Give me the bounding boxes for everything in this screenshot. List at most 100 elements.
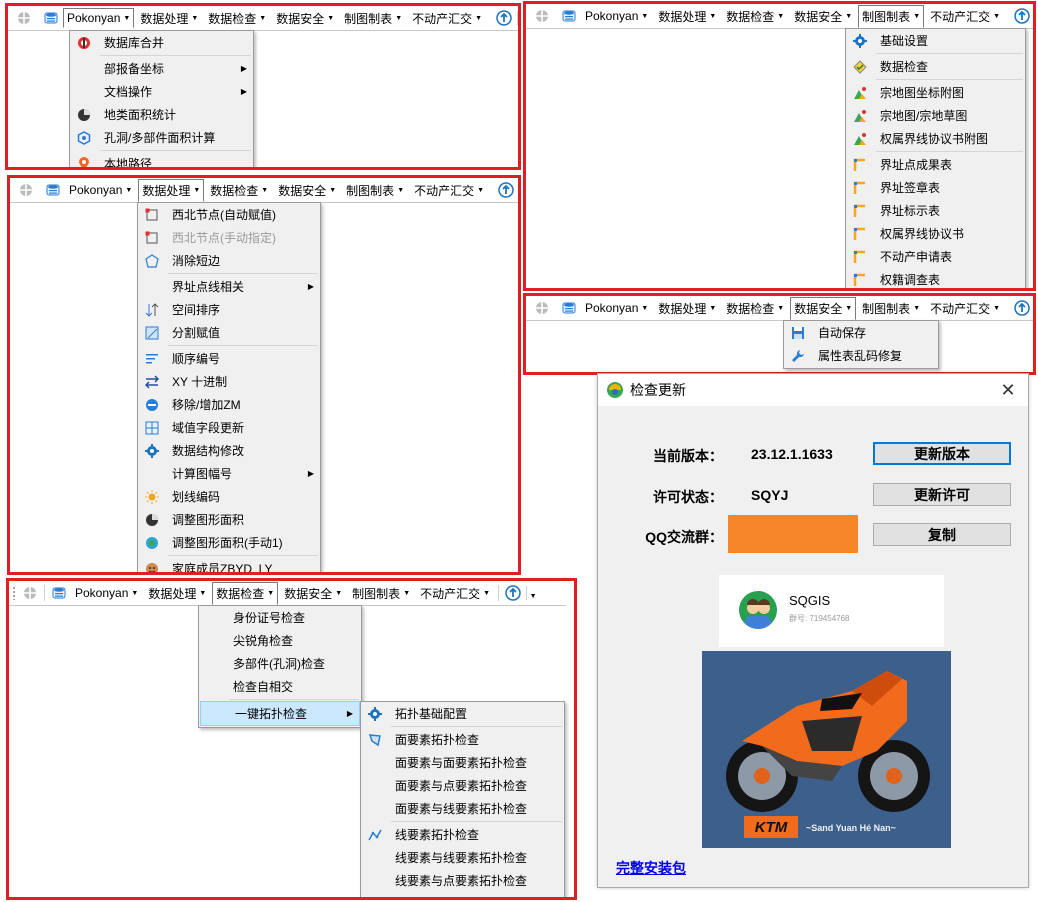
update-icon[interactable] (498, 182, 514, 198)
toolbar-menu-m2[interactable]: 数据安全 ▼ (272, 7, 338, 30)
menu-item[interactable]: 顺序编号 (138, 347, 320, 370)
update-icon[interactable] (496, 10, 512, 26)
menu-item[interactable]: 数据结构修改 (138, 439, 320, 462)
menu-item[interactable]: 面要素与面要素拓扑检查 (361, 751, 564, 774)
menu-item[interactable]: 面要素拓扑检查 (361, 728, 564, 751)
menu-item[interactable]: 调整图形面积(手动1) (138, 531, 320, 554)
toolbar-menu-m1[interactable]: 数据检查 ▼ (722, 297, 788, 320)
menu-item[interactable]: 空间排序 (138, 298, 320, 321)
menu-item[interactable]: 家庭成员ZBYD_LY (138, 557, 320, 572)
toolbar-menu-pokonyan[interactable]: Pokonyan ▼ (65, 180, 136, 200)
update-icon[interactable] (1014, 8, 1030, 24)
menu-item[interactable]: 自动保存 (784, 321, 938, 344)
toolbar-menu-m3[interactable]: 制图制表 ▼ (858, 297, 924, 320)
database-icon[interactable] (45, 182, 61, 198)
database-icon[interactable] (43, 10, 59, 26)
toolbar-overflow-icon[interactable]: ▼ (526, 586, 537, 600)
menu-item[interactable]: 计算图幅号 ▶ (138, 462, 320, 485)
menu-item[interactable]: 域值字段更新 (138, 416, 320, 439)
menu-item[interactable]: 基础设置 (846, 29, 1025, 52)
update-version-button[interactable]: 更新版本 (873, 442, 1011, 465)
crosshair-icon[interactable] (535, 8, 549, 24)
menu-item[interactable]: 数据检查 (846, 55, 1025, 78)
menu-item[interactable]: 界址标示表 (846, 199, 1025, 222)
toolbar-menu-m4[interactable]: 不动产汇交 ▼ (410, 179, 488, 202)
toolbar-menu-m2[interactable]: 数据安全 ▼ (280, 582, 346, 605)
toolbar-grip[interactable] (12, 586, 16, 600)
menu-item[interactable]: 数据库合并 (70, 31, 253, 54)
toolbar-menu-m1[interactable]: 数据检查 ▼ (204, 7, 270, 30)
menu-item[interactable]: 线要素与点要素拓扑检查 (361, 869, 564, 892)
toolbar-overflow-icon[interactable]: ▼ (1035, 301, 1036, 315)
menu-item[interactable]: 权属界线协议书 (846, 222, 1025, 245)
menu-item[interactable]: 多部件(孔洞)检查 (199, 652, 361, 675)
menu-item[interactable]: 不动产申请表 (846, 245, 1025, 268)
toolbar-overflow-icon[interactable]: ▼ (519, 183, 521, 197)
toolbar-overflow-icon[interactable]: ▼ (517, 11, 518, 25)
toolbar-menu-pokonyan[interactable]: Pokonyan ▼ (71, 583, 142, 603)
toolbar-menu-m4[interactable]: 不动产汇交 ▼ (926, 297, 1004, 320)
menu-item[interactable]: 宗地图/宗地草图 (846, 104, 1025, 127)
menu-item[interactable]: 划线编码 (138, 485, 320, 508)
toolbar-menu-m4[interactable]: 不动产汇交 ▼ (408, 7, 486, 30)
menu-item[interactable]: 分割赋值 (138, 321, 320, 344)
menu-item[interactable]: 部报备坐标 ▶ (70, 57, 253, 80)
toolbar-menu-m2[interactable]: 数据安全 ▼ (274, 179, 340, 202)
menu-item[interactable]: 线要素与线要素拓扑检查 (361, 846, 564, 869)
menu-item[interactable]: 检查自相交 (199, 675, 361, 698)
database-icon[interactable] (561, 300, 577, 316)
menu-item[interactable]: 尖锐角检查 (199, 629, 361, 652)
menu-item[interactable]: 面要素与点要素拓扑检查 (361, 774, 564, 797)
toolbar-menu-m4[interactable]: 不动产汇交 ▼ (416, 582, 494, 605)
crosshair-icon[interactable] (19, 182, 33, 198)
toolbar-menu-pokonyan[interactable]: Pokonyan ▼ (581, 298, 652, 318)
menu-item[interactable]: 界址签章表 (846, 176, 1025, 199)
crosshair-icon[interactable] (535, 300, 549, 316)
toolbar-menu-m3[interactable]: 制图制表 ▼ (340, 7, 406, 30)
database-icon[interactable] (561, 8, 577, 24)
crosshair-icon[interactable] (17, 10, 31, 26)
menu-item[interactable]: 消除短边 (138, 249, 320, 272)
toolbar-menu-m3[interactable]: 制图制表 ▼ (858, 4, 925, 28)
toolbar-menu-m4[interactable]: 不动产汇交 ▼ (926, 5, 1004, 28)
crosshair-icon[interactable] (22, 585, 38, 601)
toolbar-menu-m1[interactable]: 数据检查 ▼ (212, 581, 279, 605)
menu-item[interactable]: 权籍调查表 (846, 268, 1025, 288)
toolbar-menu-m1[interactable]: 数据检查 ▼ (206, 179, 272, 202)
menu-item[interactable]: 身份证号检查 (199, 606, 361, 629)
menu-item[interactable]: 本地路径 (70, 152, 253, 167)
update-icon[interactable] (505, 585, 521, 601)
renew-license-button[interactable]: 更新许可 (873, 483, 1011, 506)
menu-item[interactable]: 孔洞/多部件面积计算 (70, 126, 253, 149)
menu-item[interactable]: 一键拓扑检查 ▶ (200, 701, 360, 726)
menu-item[interactable]: 拓扑基础配置 (361, 702, 564, 725)
toolbar-menu-m2[interactable]: 数据安全 ▼ (790, 296, 857, 320)
menu-item[interactable]: 移除/增加ZM (138, 393, 320, 416)
menu-item[interactable]: 宗地图坐标附图 (846, 81, 1025, 104)
toolbar-menu-m0[interactable]: 数据处理 ▼ (144, 582, 210, 605)
update-icon[interactable] (1014, 300, 1030, 316)
copy-button[interactable]: 复制 (873, 523, 1011, 546)
menu-item[interactable]: 属性表乱码修复 (784, 344, 938, 367)
toolbar-menu-pokonyan[interactable]: Pokonyan ▼ (581, 6, 652, 26)
toolbar-menu-pokonyan[interactable]: Pokonyan ▼ (63, 8, 135, 28)
toolbar-menu-m0[interactable]: 数据处理 ▼ (136, 7, 202, 30)
menu-item[interactable]: 线要素拓扑检查 (361, 823, 564, 846)
toolbar-menu-m0[interactable]: 数据处理 ▼ (138, 178, 205, 202)
full-package-link[interactable]: 完整安装包 (616, 858, 686, 878)
menu-item[interactable]: 面要素与线要素拓扑检查 (361, 797, 564, 820)
toolbar-menu-m1[interactable]: 数据检查 ▼ (722, 5, 788, 28)
toolbar-menu-m0[interactable]: 数据处理 ▼ (654, 5, 720, 28)
menu-item[interactable]: 界址点线相关 ▶ (138, 275, 320, 298)
menu-item[interactable]: 权属界线协议书附图 (846, 127, 1025, 150)
close-icon[interactable]: ✕ (998, 380, 1018, 400)
menu-item[interactable]: 界址点成果表 (846, 153, 1025, 176)
toolbar-menu-m3[interactable]: 制图制表 ▼ (348, 582, 414, 605)
menu-item[interactable]: 文档操作 ▶ (70, 80, 253, 103)
toolbar-menu-m2[interactable]: 数据安全 ▼ (790, 5, 856, 28)
menu-item[interactable]: 西北节点(自动赋值) (138, 203, 320, 226)
toolbar-overflow-icon[interactable]: ▼ (1035, 9, 1036, 23)
menu-item[interactable]: XY 十进制 (138, 370, 320, 393)
menu-item[interactable]: 地类面积统计 (70, 103, 253, 126)
menu-item[interactable]: 调整图形面积 (138, 508, 320, 531)
